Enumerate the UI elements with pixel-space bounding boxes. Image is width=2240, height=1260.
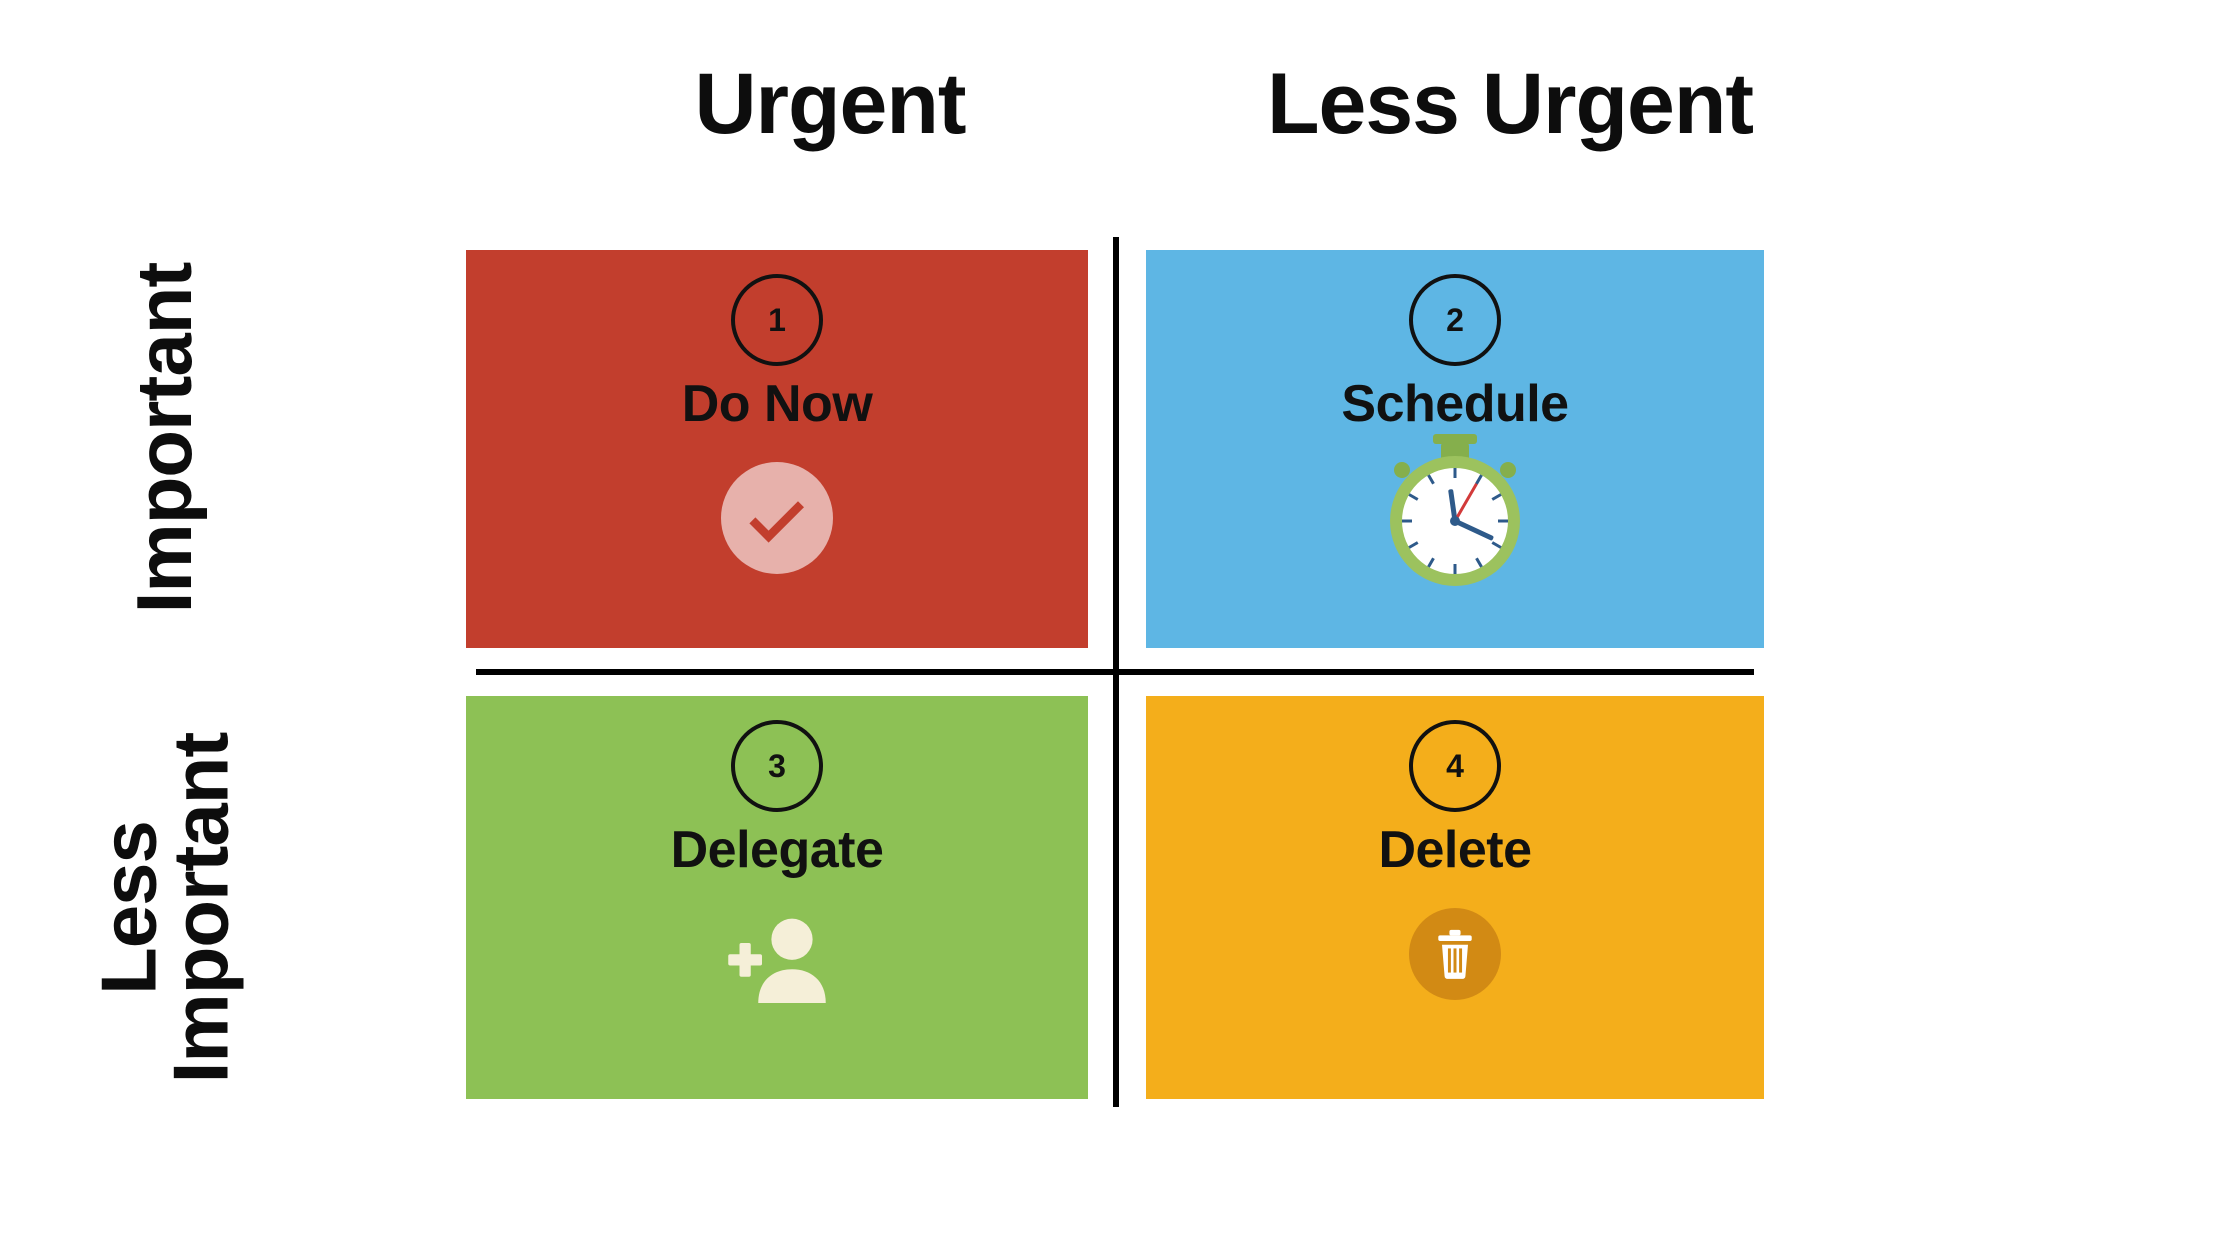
quadrant-schedule: 2 Schedule bbox=[1146, 250, 1764, 648]
add-user-icon bbox=[717, 908, 837, 1013]
row-header-less-important: Less Important bbox=[93, 733, 237, 1084]
quadrant-number: 3 bbox=[731, 720, 823, 812]
quadrant-title: Do Now bbox=[466, 374, 1088, 434]
quadrant-do-now: 1 Do Now bbox=[466, 250, 1088, 648]
quadrant-title: Schedule bbox=[1146, 374, 1764, 434]
col-header-less-urgent: Less Urgent bbox=[1190, 55, 1830, 154]
quadrant-delete: 4 Delete bbox=[1146, 696, 1764, 1099]
quadrant-number: 2 bbox=[1409, 274, 1501, 366]
stopwatch-icon bbox=[1390, 456, 1520, 586]
col-header-urgent: Urgent bbox=[510, 55, 1150, 154]
quadrant-title: Delegate bbox=[466, 820, 1088, 880]
quadrant-title: Delete bbox=[1146, 820, 1764, 880]
check-icon bbox=[721, 462, 833, 574]
trash-icon bbox=[1409, 908, 1501, 1000]
quadrant-number: 1 bbox=[731, 274, 823, 366]
axis-horizontal bbox=[476, 669, 1754, 675]
row-header-important: Important bbox=[129, 263, 201, 614]
quadrant-number: 4 bbox=[1409, 720, 1501, 812]
eisenhower-matrix: Urgent Less Urgent Important Less Import… bbox=[0, 0, 2240, 1260]
quadrant-delegate: 3 Delegate bbox=[466, 696, 1088, 1099]
